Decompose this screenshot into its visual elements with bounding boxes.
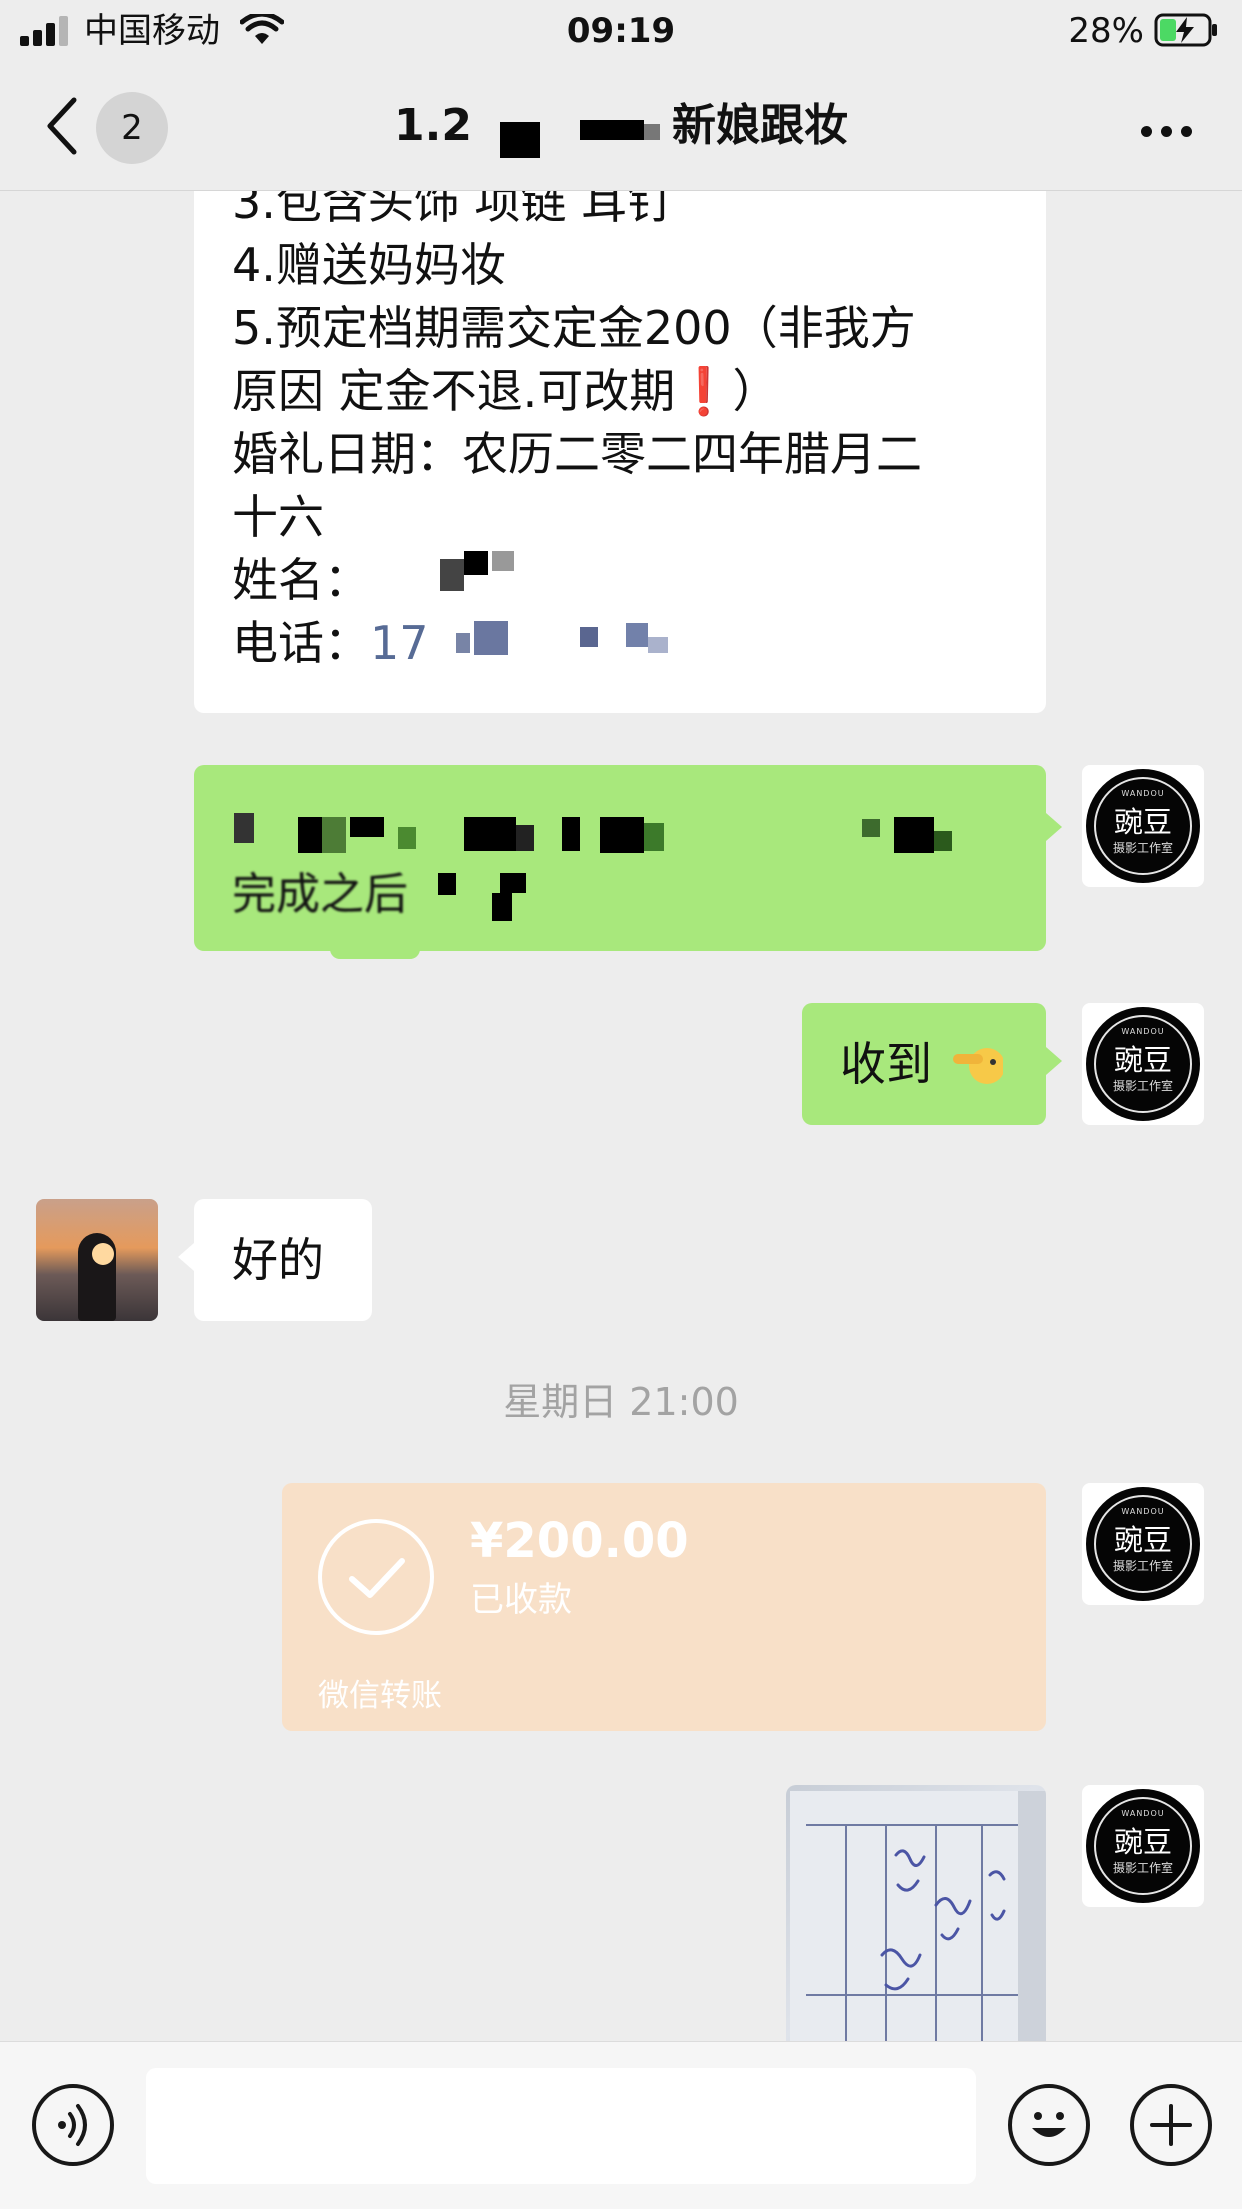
message-line: 原因 定金不退.可改期❗）	[232, 364, 779, 418]
message-redaction	[438, 873, 456, 895]
studio-avatar[interactable]: WANDOU 豌豆 摄影工作室	[1082, 765, 1204, 887]
customer-avatar-sun	[92, 1243, 114, 1265]
logo-wordmark: WANDOU	[1121, 1027, 1165, 1036]
message-input[interactable]	[146, 2068, 976, 2184]
logo-subtitle: 摄影工作室	[1112, 1861, 1173, 1875]
logo-subtitle: 摄影工作室	[1112, 1559, 1173, 1573]
studio-avatar[interactable]: WANDOU 豌豆 摄影工作室	[1082, 1785, 1204, 1907]
logo-wordmark: WANDOU	[1121, 1809, 1165, 1818]
studio-logo: WANDOU 豌豆 摄影工作室	[1086, 1007, 1200, 1121]
message-line: 5.预定档期需交定金200（非我方	[232, 301, 916, 355]
phone-redaction	[456, 633, 470, 653]
logo-subtitle: 摄影工作室	[1112, 1079, 1173, 1093]
logo-wordmark: WANDOU	[1121, 1507, 1165, 1516]
name-redaction	[492, 551, 514, 571]
message-redaction	[500, 873, 526, 893]
logo-main-text: 豌豆	[1113, 1825, 1172, 1859]
logo-wordmark: WANDOU	[1121, 789, 1165, 798]
message-list[interactable]: 3.包含头饰 项链 耳钉 4.赠送妈妈妆 5.预定档期需交定金200（非我方 原…	[0, 191, 1242, 2041]
title-redaction	[500, 122, 540, 158]
studio-logo: WANDOU 豌豆 摄影工作室	[1086, 769, 1200, 883]
message-redaction	[934, 831, 952, 851]
voice-wave-icon	[58, 2104, 87, 2146]
redacted-text-fragment: 完成之后	[232, 869, 408, 920]
bubble-tail	[1046, 813, 1062, 841]
chat-title-suffix: 新娘跟妆	[671, 100, 848, 151]
message-line: 3.包含头饰 项链 耳钉	[232, 191, 674, 229]
studio-logo: WANDOU 豌豆 摄影工作室	[1086, 1789, 1200, 1903]
title-redaction	[644, 124, 660, 140]
timestamp-divider: 星期日 21:00	[503, 1380, 739, 1424]
message-redaction	[562, 817, 580, 851]
unread-count-badge[interactable]: 2	[96, 92, 168, 164]
chat-header: 2 1.2 新娘跟妆	[0, 62, 1242, 191]
message-redaction	[894, 817, 934, 853]
voice-input-button[interactable]	[32, 2084, 114, 2166]
message-redaction	[492, 893, 512, 921]
title-redaction	[580, 120, 644, 140]
phone-label: 电话：	[232, 616, 370, 670]
status-bar: 中国移动 09:19 28%	[0, 0, 1242, 62]
name-redaction	[464, 551, 488, 575]
phone-redaction	[626, 623, 648, 647]
transfer-source-label: 微信转账	[318, 1678, 442, 1714]
ack-text: 收到	[840, 1037, 932, 1091]
message-redaction	[644, 823, 664, 851]
phone-redaction	[580, 627, 598, 647]
smiley-icon	[1032, 2112, 1066, 2137]
logo-main-text: 豌豆	[1113, 805, 1172, 839]
customer-avatar[interactable]	[36, 1199, 158, 1321]
battery-percentage: 28%	[1068, 11, 1144, 51]
message-redaction	[600, 817, 644, 853]
battery-charging-icon	[1154, 13, 1217, 47]
studio-avatar[interactable]: WANDOU 豌豆 摄影工作室	[1082, 1483, 1204, 1605]
receipt-photo-message[interactable]	[786, 1785, 1046, 2041]
pointing-hand-emoji-icon	[947, 1011, 1005, 1084]
message-redaction	[234, 813, 254, 843]
input-toolbar	[0, 2041, 1242, 2209]
incoming-message-package-info[interactable]: 3.包含头饰 项链 耳钉 4.赠送妈妈妆 5.预定档期需交定金200（非我方 原…	[194, 191, 1046, 713]
clock: 09:19	[566, 11, 676, 51]
bubble-tail	[178, 1243, 194, 1271]
message-redaction	[516, 825, 534, 851]
bubble-tail	[1046, 1047, 1062, 1075]
message-redaction	[464, 817, 516, 851]
chat-title-prefix: 1.2	[394, 100, 472, 151]
message-line: 婚礼日期：农历二零二四年腊月二	[232, 427, 922, 481]
message-redaction	[330, 945, 420, 959]
transfer-status: 已收款	[470, 1580, 572, 1620]
message-redaction	[298, 817, 322, 853]
phone-redaction	[648, 637, 668, 653]
message-redaction	[398, 827, 416, 849]
received-check-icon	[318, 1519, 434, 1635]
message-redaction	[322, 817, 346, 853]
logo-main-text: 豌豆	[1113, 1043, 1172, 1077]
phone-redaction	[474, 621, 508, 655]
more-functions-button[interactable]	[1130, 2084, 1212, 2166]
studio-logo: WANDOU 豌豆 摄影工作室	[1086, 1487, 1200, 1601]
studio-avatar[interactable]: WANDOU 豌豆 摄影工作室	[1082, 1003, 1204, 1125]
logo-subtitle: 摄影工作室	[1112, 841, 1173, 855]
phone-number-link[interactable]: 17	[370, 616, 429, 670]
incoming-message-ok[interactable]: 好的	[178, 1199, 372, 1321]
logo-main-text: 豌豆	[1113, 1523, 1172, 1557]
ok-text: 好的	[232, 1233, 324, 1287]
message-line-name: 姓名：	[232, 549, 1008, 612]
plus-icon	[1150, 2104, 1192, 2146]
message-redaction	[862, 819, 880, 837]
message-line-phone: 电话：17	[232, 612, 1008, 675]
emoji-button[interactable]	[1008, 2084, 1090, 2166]
message-line: 4.赠送妈妈妆	[232, 238, 506, 292]
name-redaction	[440, 559, 464, 591]
outgoing-message-redacted[interactable]: 完成之后	[194, 765, 1062, 959]
receipt-photo-illustration	[790, 1791, 1046, 2041]
message-redaction	[350, 817, 384, 837]
name-label: 姓名：	[232, 553, 370, 607]
message-line: 十六	[232, 490, 324, 544]
back-chevron-icon[interactable]	[44, 96, 80, 156]
more-options-icon[interactable]	[1132, 122, 1192, 141]
transfer-amount: ¥200.00	[470, 1513, 689, 1569]
outgoing-message-ack[interactable]: 收到	[802, 1003, 1062, 1125]
wechat-transfer-card[interactable]: ¥200.00 已收款 微信转账	[282, 1483, 1046, 1731]
